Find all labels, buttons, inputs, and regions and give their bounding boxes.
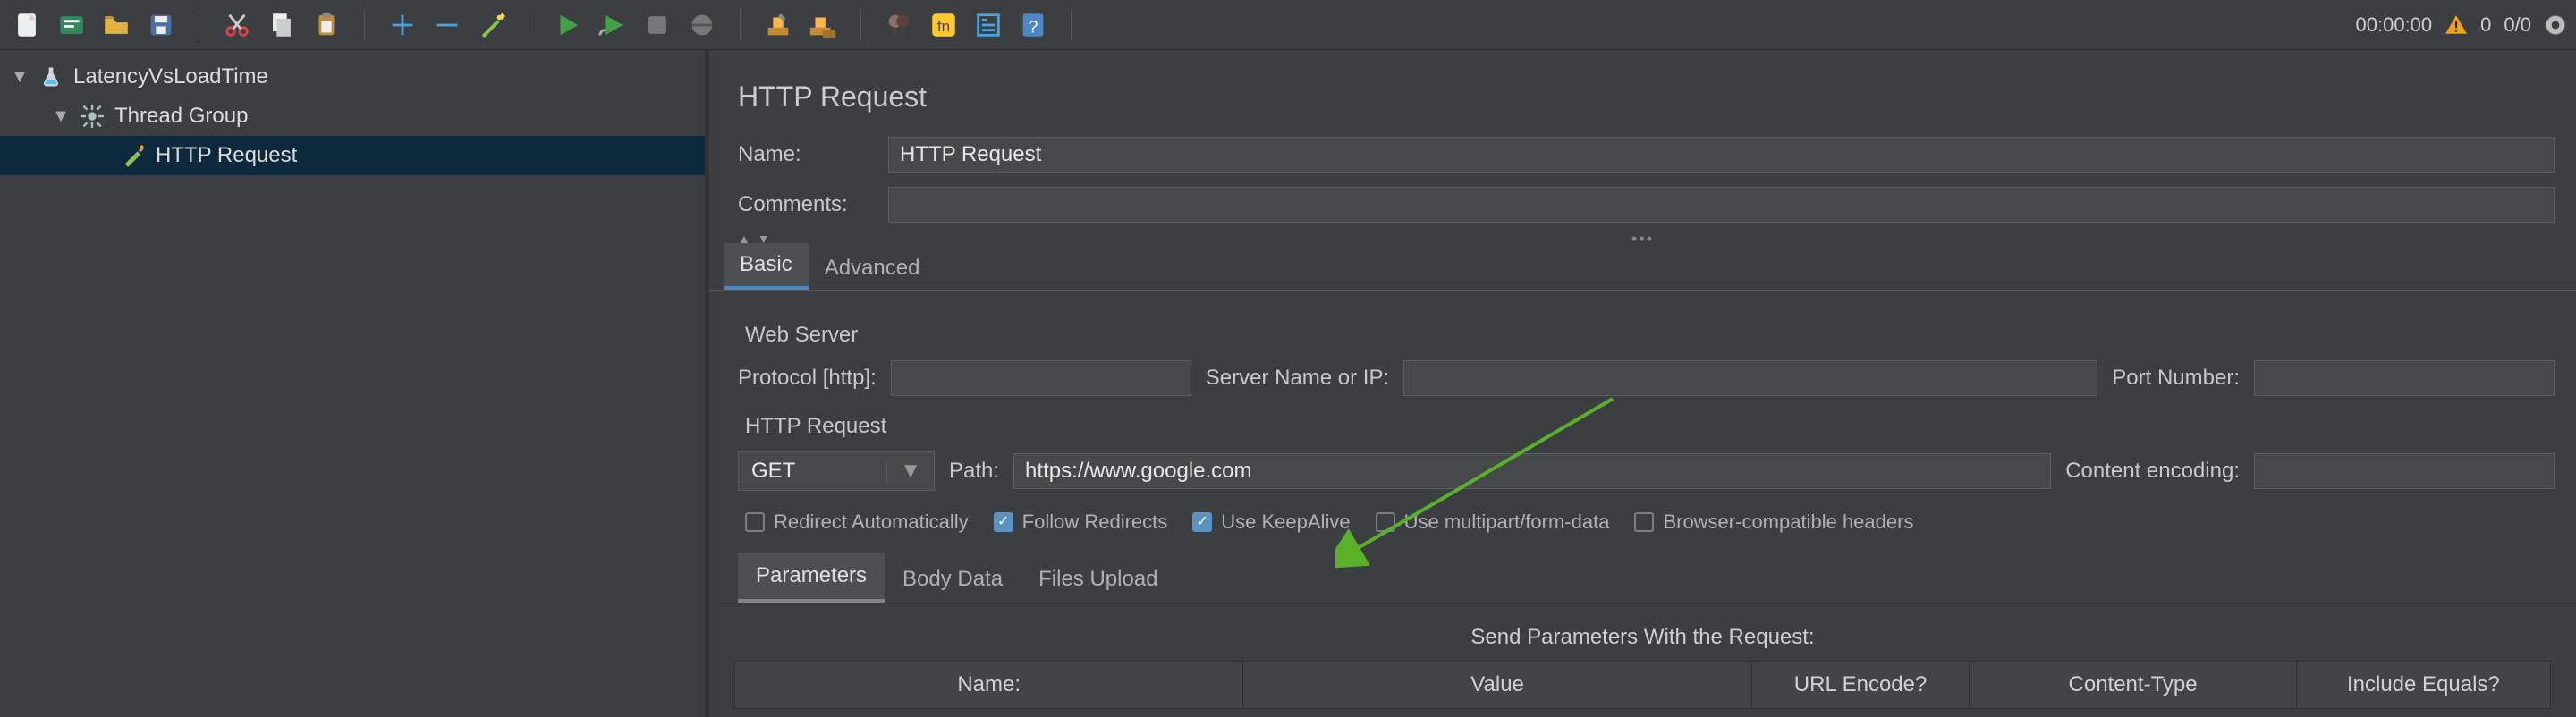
port-label: Port Number: [2112,366,2240,391]
checkbox-follow[interactable]: Follow Redirects [994,510,1168,534]
main-toolbar: fn? 00:00:00 0 0/0 [0,0,2576,50]
cut-icon[interactable] [219,7,255,43]
warning-count: 0 [2480,13,2491,37]
editor-panel: HTTP Request Name: Comments: ▲ ▼ ••• Bas… [709,50,2576,717]
tab-parameters[interactable]: Parameters [738,553,885,603]
params-col-header[interactable]: Name: [735,662,1243,709]
tree-twisty[interactable] [93,146,111,166]
search-icon[interactable] [881,7,917,43]
tree-twisty[interactable]: ▼ [52,106,70,127]
checkbox-label: Redirect Automatically [774,510,969,534]
plus-icon[interactable] [385,7,420,43]
config-tabs: Basic Advanced [709,248,2576,291]
params-table[interactable]: Name:ValueURL Encode?Content-TypeInclude… [734,661,2551,709]
checkbox-box [1634,512,1654,532]
fn-toggle-icon[interactable]: fn [926,7,962,43]
server-input[interactable] [1403,360,2097,396]
protocol-label: Protocol [http]: [738,366,877,391]
checkbox-box [994,512,1013,532]
params-col-header[interactable]: Value [1243,662,1751,709]
gear-icon [79,103,106,130]
path-label: Path: [949,459,999,484]
checkbox-keepalive[interactable]: Use KeepAlive [1192,510,1350,534]
tree-label: HTTP Request [156,143,297,168]
path-input[interactable] [1013,453,2051,489]
tab-files-upload[interactable]: Files Upload [1021,556,1175,603]
wand-icon[interactable] [474,7,510,43]
tree-item[interactable]: ▼ LatencyVsLoadTime [0,57,705,97]
copy-icon[interactable] [264,7,300,43]
section-collapser[interactable]: ▲ ▼ ••• [709,230,2576,248]
method-select[interactable]: GET ▼ [738,451,935,491]
checkbox-browser[interactable]: Browser-compatible headers [1634,510,1913,534]
status-area: 00:00:00 0 0/0 [2356,13,2567,37]
checkbox-label: Use KeepAlive [1221,510,1350,534]
toolbar-separator [860,9,861,41]
tree-twisty[interactable]: ▼ [11,67,29,88]
tree-item[interactable]: HTTP Request [0,136,705,175]
web-server-legend: Web Server [745,323,2555,348]
new-icon[interactable] [9,7,45,43]
toolbar-separator [740,9,741,41]
checkbox-box [745,512,765,532]
toolbar-separator [1071,9,1072,41]
run-loop-icon[interactable] [595,7,631,43]
method-value: GET [751,459,795,484]
name-input[interactable] [888,137,2555,173]
checkbox-box [1376,512,1395,532]
params-col-header[interactable]: Content-Type [1970,662,2296,709]
port-input[interactable] [2254,360,2555,396]
params-col-header[interactable]: Include Equals? [2296,662,2550,709]
checkbox-multipart[interactable]: Use multipart/form-data [1376,510,1610,534]
comments-label: Comments: [738,192,872,217]
http-request-legend: HTTP Request [745,414,2555,439]
expand-icon[interactable] [970,7,1006,43]
tab-advanced[interactable]: Advanced [809,247,936,290]
help-icon[interactable]: ? [1015,7,1051,43]
checkbox-label: Follow Redirects [1022,510,1168,534]
run-icon[interactable] [550,7,586,43]
chevron-down-icon: ▼ [886,459,921,484]
checkbox-box [1192,512,1212,532]
toolbar-separator [364,9,365,41]
clear-icon[interactable] [760,7,796,43]
params-col-header[interactable]: URL Encode? [1751,662,1970,709]
tree-label: LatencyVsLoadTime [73,64,268,89]
tree-label: Thread Group [114,104,248,129]
encoding-input[interactable] [2254,453,2555,489]
svg-text:?: ? [1028,17,1038,37]
templates-icon[interactable] [54,7,89,43]
test-plan-tree[interactable]: ▼LatencyVsLoadTime▼Thread Group HTTP Req… [0,50,707,717]
warning-icon[interactable] [2445,13,2468,37]
comments-input[interactable] [888,187,2555,223]
panel-title: HTTP Request [709,50,2576,130]
encoding-label: Content encoding: [2065,459,2240,484]
threads-idle-icon [2544,13,2567,37]
name-label: Name: [738,142,872,167]
body-tabs: Parameters Body Data Files Upload [709,557,2576,603]
shutdown-icon[interactable] [684,7,720,43]
minus-icon[interactable] [429,7,465,43]
protocol-input[interactable] [891,360,1191,396]
paste-icon[interactable] [309,7,344,43]
clear-all-icon[interactable] [805,7,841,43]
stop-icon[interactable] [640,7,675,43]
tab-basic[interactable]: Basic [724,243,809,290]
sampler-icon [120,142,147,169]
tree-item[interactable]: ▼ Thread Group [0,97,705,136]
checkbox-label: Use multipart/form-data [1404,510,1610,534]
open-icon[interactable] [98,7,134,43]
params-caption: Send Parameters With the Request: [734,625,2551,650]
server-label: Server Name or IP: [1206,366,1389,391]
checkbox-redirect-auto[interactable]: Redirect Automatically [745,510,969,534]
checkbox-label: Browser-compatible headers [1663,510,1913,534]
thread-count: 0/0 [2504,13,2531,37]
save-icon[interactable] [143,7,179,43]
flask-icon [38,63,64,90]
svg-text:fn: fn [937,18,950,35]
elapsed-time: 00:00:00 [2356,13,2433,37]
tab-body-data[interactable]: Body Data [885,556,1021,603]
